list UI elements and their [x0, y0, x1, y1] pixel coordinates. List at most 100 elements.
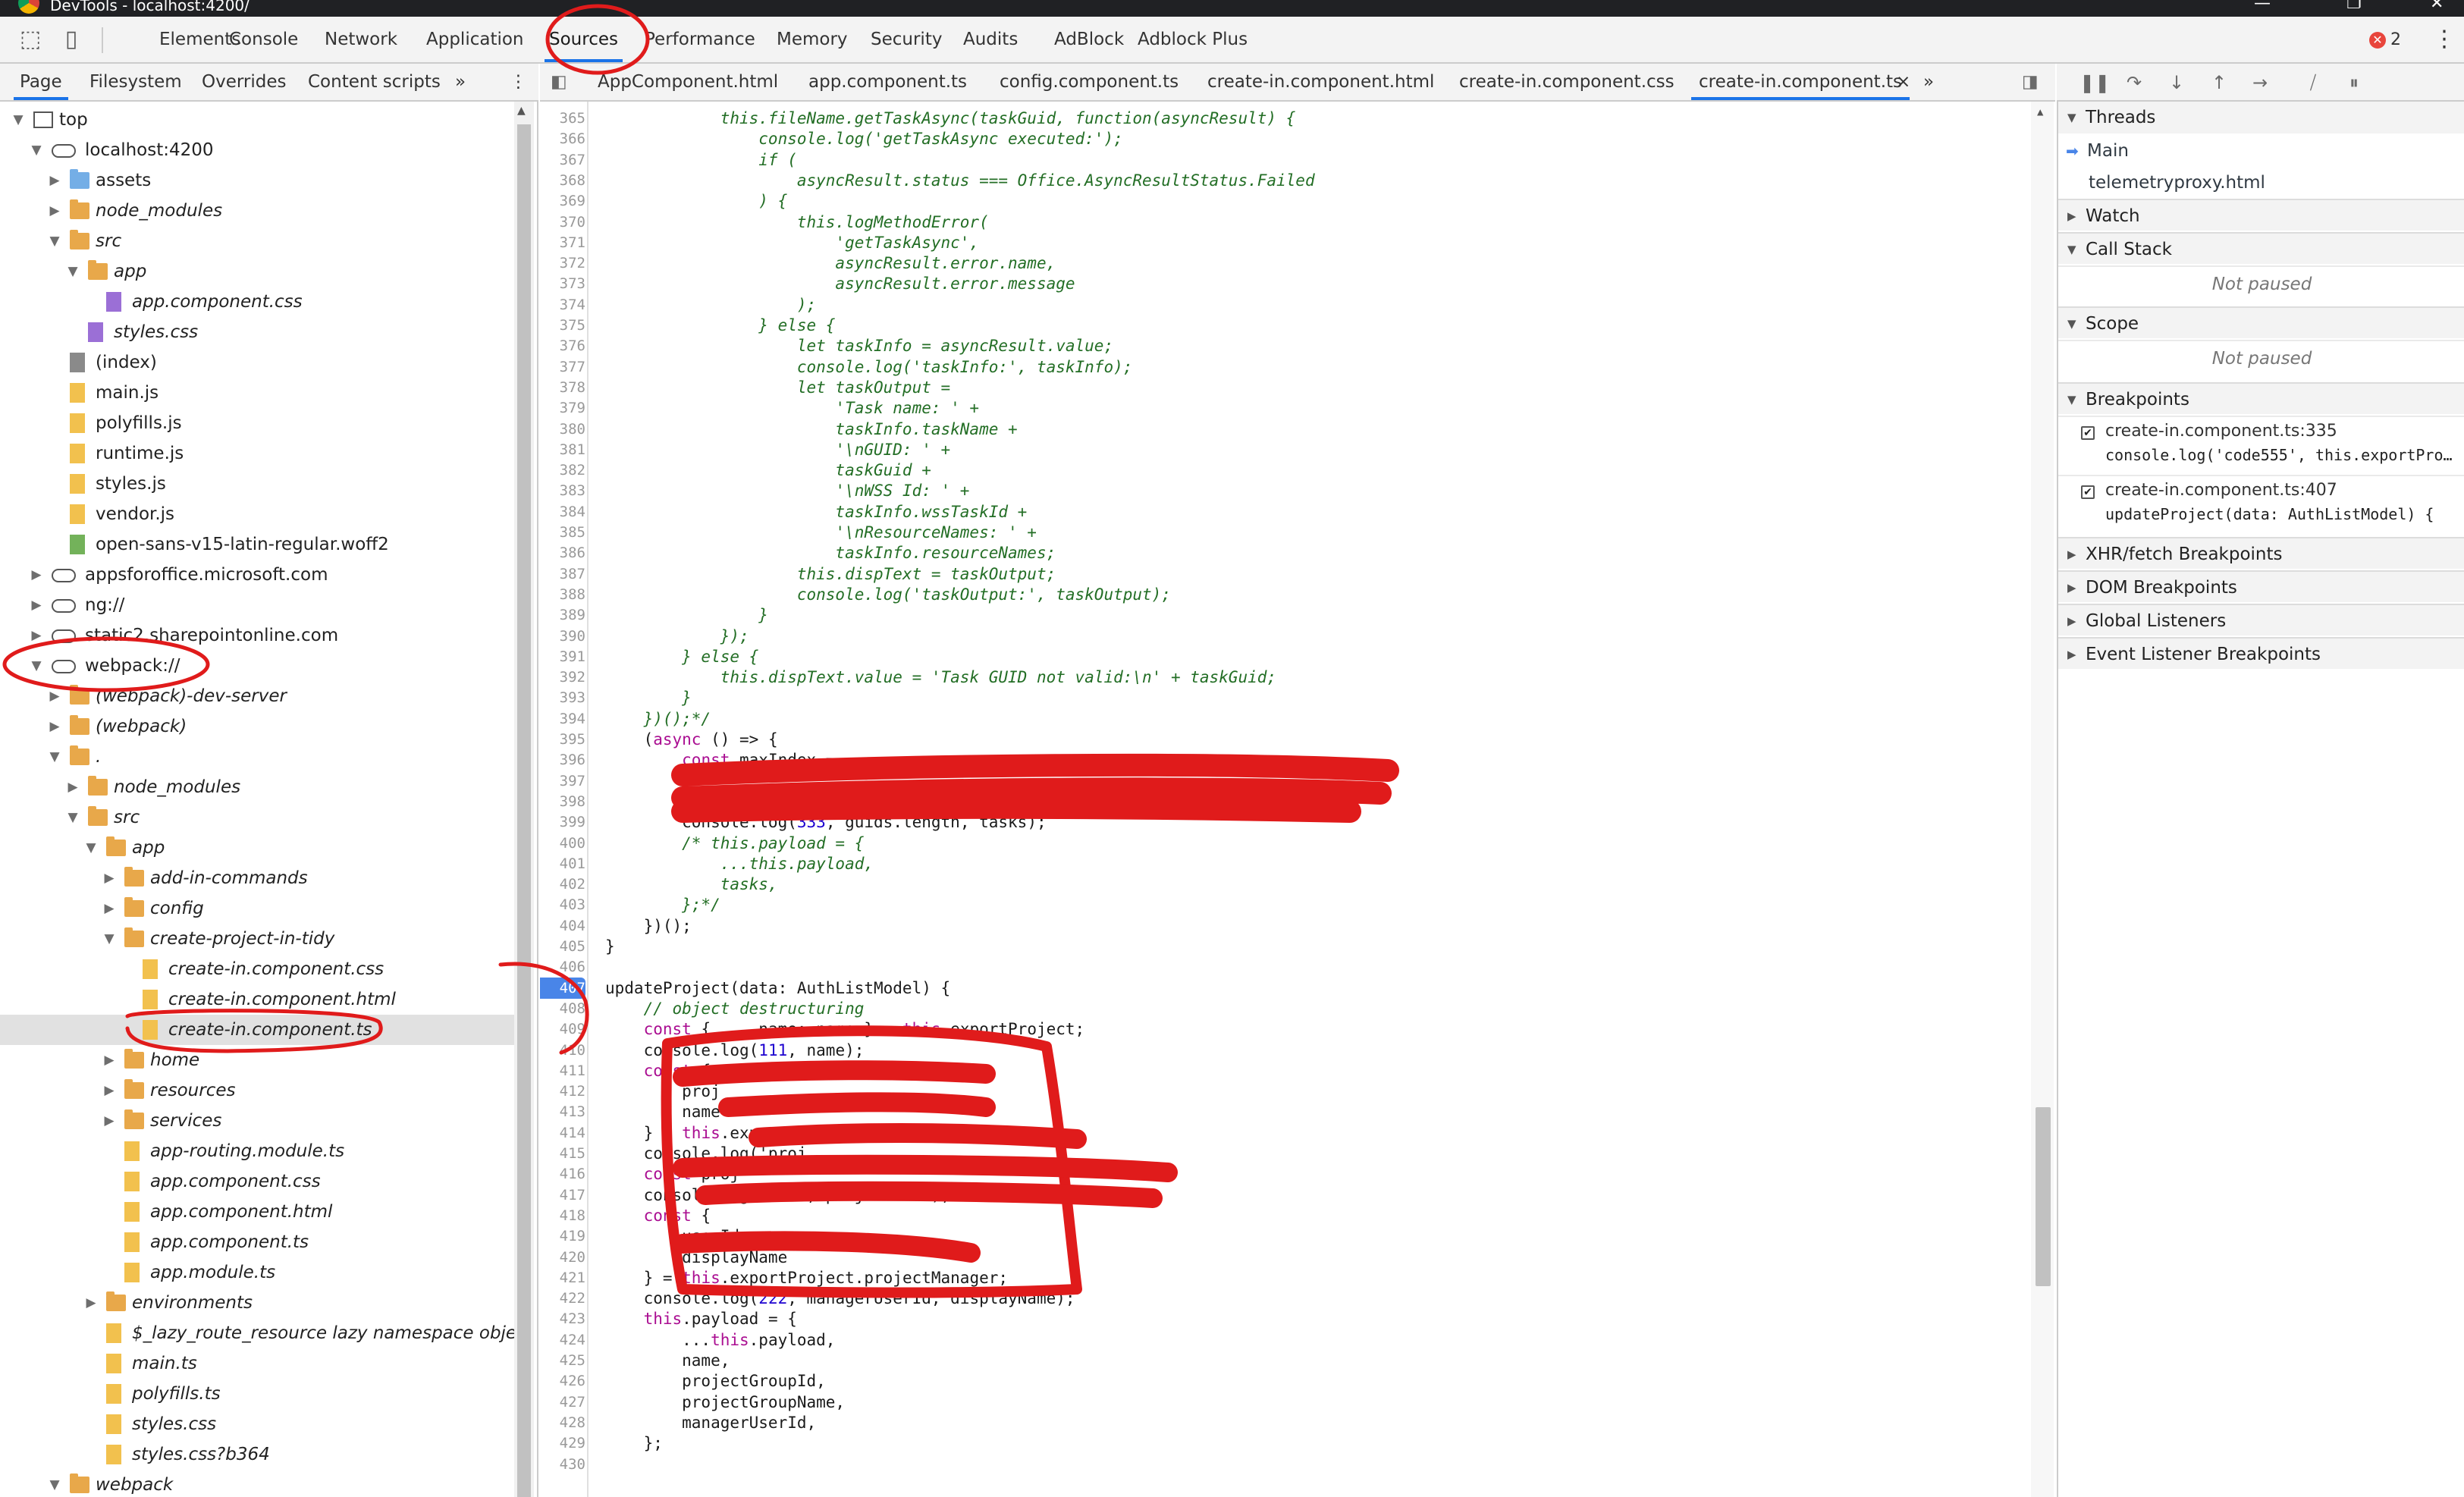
code-line[interactable]: 404 })();	[540, 915, 2026, 937]
tree-item[interactable]: polyfills.js	[0, 408, 523, 438]
code-line[interactable]: 416 const proj	[540, 1163, 2026, 1185]
tree-item[interactable]: styles.js	[0, 469, 523, 499]
inspect-element-icon[interactable]: ⬚	[15, 24, 46, 55]
line-number[interactable]: 421	[540, 1267, 585, 1288]
expand-arrow-icon[interactable]: ▼	[65, 802, 80, 833]
code-line[interactable]: 380 taskInfo.taskName +	[540, 419, 2026, 440]
line-number[interactable]: 414	[540, 1122, 585, 1144]
step-icon[interactable]: →	[2246, 70, 2274, 96]
expand-arrow-icon[interactable]: ▼	[65, 256, 80, 287]
code-line[interactable]: 398	[540, 791, 2026, 812]
breakpoint-item[interactable]: ✔ create-in.component.ts:335 console.log('…	[2058, 416, 2464, 475]
pause-on-exceptions-icon[interactable]: ⏸	[2340, 70, 2368, 96]
code-line[interactable]: 429 };	[540, 1433, 2026, 1454]
line-number[interactable]: 370	[540, 212, 585, 233]
code-line[interactable]: 368 asyncResult.status === Office.AsyncR…	[540, 170, 2026, 191]
tree-item[interactable]: ▶ ng://	[0, 590, 523, 620]
tree-item[interactable]: app.component.html	[0, 1197, 523, 1227]
expand-arrow-icon[interactable]: ▼	[47, 226, 62, 256]
code-line[interactable]: 403 };*/	[540, 894, 2026, 915]
code-line[interactable]: 381 '\nGUID: ' +	[540, 439, 2026, 460]
code-line[interactable]: 399 console.log(333, guids.length, tasks…	[540, 811, 2026, 833]
code-line[interactable]: 367 if (	[540, 149, 2026, 171]
line-number[interactable]: 399	[540, 811, 585, 833]
line-number[interactable]: 389	[540, 604, 585, 626]
code-line[interactable]: 430	[540, 1454, 2026, 1475]
restore-button[interactable]: ❐	[2346, 0, 2362, 12]
tree-item[interactable]: app-routing.module.ts	[0, 1136, 523, 1166]
line-number[interactable]: 419	[540, 1226, 585, 1247]
section-header-global-listeners[interactable]: ▶ Global Listeners	[2058, 604, 2464, 636]
tree-item[interactable]: ▼ src	[0, 226, 523, 256]
breakpoint-marker[interactable]: 407	[540, 977, 585, 999]
line-number[interactable]: 375	[540, 315, 585, 336]
code-line[interactable]: 419 userId:	[540, 1226, 2026, 1247]
breakpoint-checkbox[interactable]: ✔	[2081, 426, 2095, 440]
collapse-arrow-icon[interactable]: ▶	[65, 772, 80, 802]
tree-item[interactable]: ▶ static2.sharepointonline.com	[0, 620, 523, 651]
collapse-arrow-icon[interactable]: ▶	[83, 1288, 99, 1318]
line-number[interactable]: 365	[540, 108, 585, 129]
toggle-debugger-icon[interactable]: ◨	[2022, 64, 2039, 100]
tree-item[interactable]: main.js	[0, 378, 523, 408]
tree-item[interactable]: styles.css?b364	[0, 1439, 523, 1470]
line-number[interactable]: 398	[540, 791, 585, 812]
tree-item[interactable]: ▶ node_modules	[0, 772, 523, 802]
code-line[interactable]: 421 } = this.exportProject.projectManage…	[540, 1267, 2026, 1288]
panel-tab-performance[interactable]: Performance	[645, 17, 755, 62]
panel-tab-security[interactable]: Security	[871, 17, 942, 62]
code-line[interactable]: 397	[540, 770, 2026, 792]
collapse-arrow-icon[interactable]: ▶	[47, 165, 62, 196]
panel-tab-adblock-plus[interactable]: Adblock Plus	[1138, 17, 1248, 62]
line-number[interactable]: 404	[540, 915, 585, 937]
tree-item[interactable]: (index)	[0, 347, 523, 378]
code-editor[interactable]: 365 this.fileName.getTaskAsync(taskGuid,…	[540, 102, 2055, 1497]
tree-item[interactable]: create-in.component.css	[0, 954, 523, 984]
line-number[interactable]: 385	[540, 522, 585, 543]
navigator-scroll-thumb[interactable]	[517, 124, 531, 1497]
editor-tab-appcomponent-html[interactable]: AppComponent.html	[598, 64, 778, 100]
code-line[interactable]: 401 ...this.payload,	[540, 853, 2026, 874]
tree-item[interactable]: ▼ localhost:4200	[0, 135, 523, 165]
code-line[interactable]: 383 '\nWSS Id: ' +	[540, 480, 2026, 501]
code-line[interactable]: 395 (async () => {	[540, 729, 2026, 750]
devtools-menu-icon[interactable]: ⋮	[2433, 26, 2456, 52]
editor-scrollbar[interactable]: ▲	[2031, 102, 2054, 1497]
collapse-arrow-icon[interactable]: ▶	[102, 1045, 117, 1075]
code-line[interactable]: 414 } = this.exportProject.p	[540, 1122, 2026, 1144]
line-number[interactable]: 411	[540, 1060, 585, 1081]
code-line[interactable]: 409 const { ... name: name } = this.expo…	[540, 1018, 2026, 1040]
line-number[interactable]: 412	[540, 1081, 585, 1102]
line-number[interactable]: 415	[540, 1143, 585, 1164]
line-number[interactable]: 424	[540, 1329, 585, 1351]
navigator-tab-content-scripts[interactable]: Content scripts	[308, 64, 441, 100]
watch-section-header[interactable]: ▶ Watch	[2058, 199, 2464, 231]
line-number[interactable]: 402	[540, 874, 585, 895]
line-number[interactable]: 430	[540, 1454, 585, 1475]
tree-item[interactable]: styles.css	[0, 317, 523, 347]
code-line[interactable]: 413 name	[540, 1101, 2026, 1122]
code-line[interactable]: 394 })();*/	[540, 708, 2026, 730]
code-line[interactable]: 376 let taskInfo = asyncResult.value;	[540, 335, 2026, 356]
code-line[interactable]: 387 this.dispText = taskOutput;	[540, 563, 2026, 585]
tree-item[interactable]: ▶ assets	[0, 165, 523, 196]
line-number[interactable]: 387	[540, 563, 585, 585]
line-number[interactable]: 391	[540, 646, 585, 667]
code-line[interactable]: 391 } else {	[540, 646, 2026, 667]
code-line[interactable]: 410 console.log(111, name);	[540, 1040, 2026, 1061]
line-number[interactable]: 418	[540, 1205, 585, 1226]
line-number[interactable]: 366	[540, 128, 585, 149]
line-number[interactable]: 425	[540, 1350, 585, 1371]
breakpoint-item[interactable]: ✔ create-in.component.ts:407 updateProject…	[2058, 475, 2464, 534]
code-line[interactable]: 425 name,	[540, 1350, 2026, 1371]
panel-tab-memory[interactable]: Memory	[777, 17, 848, 62]
thread-main[interactable]: ➡ Main	[2058, 135, 2464, 167]
tree-item[interactable]: ▶ add-in-commands	[0, 863, 523, 893]
line-number[interactable]: 423	[540, 1308, 585, 1329]
code-line[interactable]: 392 this.dispText.value = 'Task GUID not…	[540, 667, 2026, 688]
tree-item[interactable]: styles.css	[0, 1409, 523, 1439]
line-number[interactable]: 378	[540, 377, 585, 398]
minimize-button[interactable]: —	[2254, 0, 2271, 12]
navigator-menu-icon[interactable]: ⋮	[510, 64, 527, 100]
line-number[interactable]: 383	[540, 480, 585, 501]
